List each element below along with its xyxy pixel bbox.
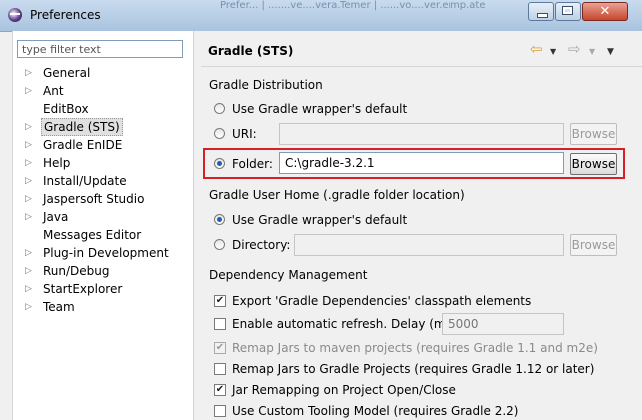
expand-arrow-icon[interactable]: ▷ <box>25 244 37 262</box>
background-tab-2: Temer | ......vo....ver.er...... <box>340 0 450 11</box>
tree-item-label: General <box>43 66 91 80</box>
expand-arrow-icon[interactable]: ▷ <box>25 136 37 154</box>
tree-item-label: Ant <box>43 84 64 98</box>
tooling-label: Use Custom Tooling Model (requires Gradl… <box>232 404 519 418</box>
refresh-label: Enable automatic refresh. Delay (ms) : <box>232 317 465 331</box>
tree-item-install-update[interactable]: ▷ Install/Update <box>25 172 191 190</box>
folder-highlight-box <box>203 148 625 179</box>
export-checkbox[interactable]: ✔ <box>214 295 226 307</box>
tree-item-jaspersoft-studio[interactable]: ▷ Jaspersoft Studio <box>25 190 191 208</box>
expand-arrow-icon[interactable]: ▷ <box>25 280 37 298</box>
header-separator <box>201 66 642 67</box>
back-dropdown-icon[interactable]: ▼ <box>550 43 556 61</box>
remap-gradle-label: Remap Jars to Gradle Projects (requires … <box>232 362 595 376</box>
expand-arrow-icon[interactable]: ▷ <box>25 172 37 190</box>
tree-item-general[interactable]: ▷ General <box>25 64 191 82</box>
uri-browse-button[interactable]: Browse <box>570 123 617 145</box>
tree-item-plug-in-development[interactable]: ▷ Plug-in Development <box>25 244 191 262</box>
window-title: Preferences <box>30 8 101 22</box>
preferences-window: Prefer... | .......ve....vera... Temer |… <box>0 0 642 420</box>
remap-maven-label: Remap Jars to maven projects (requires G… <box>232 341 598 355</box>
refresh-checkbox[interactable] <box>214 318 226 330</box>
expand-arrow-icon[interactable]: ▷ <box>25 154 37 172</box>
close-icon: ✕ <box>599 4 611 19</box>
expand-arrow-icon[interactable]: ▷ <box>25 190 37 208</box>
tooling-checkbox[interactable] <box>214 405 226 417</box>
distribution-uri-label: URI: <box>232 127 257 141</box>
page-title: Gradle (STS) <box>208 44 294 58</box>
tree-item-gradle-sts[interactable]: ▷ Gradle (STS) <box>25 118 191 136</box>
tree-item-label: Install/Update <box>43 174 127 188</box>
jar-remap-checkbox[interactable]: ✔ <box>214 384 226 396</box>
tree-item-label: Gradle EnIDE <box>43 138 123 152</box>
directory-browse-button[interactable]: Browse <box>570 234 617 256</box>
tree-item-label: Plug-in Development <box>43 246 169 260</box>
distribution-uri-radio[interactable] <box>214 128 225 139</box>
expand-arrow-icon[interactable]: ▷ <box>25 82 37 100</box>
user-home-wrapper-label: Use Gradle wrapper's default <box>232 213 408 227</box>
background-tab-3: mp.ate <box>450 0 486 11</box>
back-arrow-icon[interactable]: ⇦ <box>530 40 543 58</box>
tree-item-run-debug[interactable]: ▷ Run/Debug <box>25 262 191 280</box>
tree-item-label: EditBox <box>43 102 89 116</box>
tree-item-team[interactable]: ▷ Team <box>25 298 191 316</box>
jar-remap-label: Jar Remapping on Project Open/Close <box>232 383 456 397</box>
dependency-heading: Dependency Management <box>209 268 368 282</box>
preference-tree: ▷ General ▷ Ant EditBox ▷ Gradle (STS) ▷ Gradle … <box>25 64 191 316</box>
tree-item-label: Team <box>43 300 75 314</box>
expand-arrow-icon[interactable]: ▷ <box>25 64 37 82</box>
tree-item-label: Java <box>43 210 69 224</box>
maximize-button[interactable] <box>555 2 581 21</box>
filter-input[interactable] <box>17 40 183 58</box>
uri-field[interactable] <box>279 123 564 145</box>
expand-arrow-icon[interactable]: ▷ <box>25 208 37 226</box>
expand-arrow-icon[interactable]: ▷ <box>25 262 37 280</box>
expand-arrow-icon[interactable]: ▷ <box>25 298 37 316</box>
user-home-wrapper-radio[interactable] <box>214 214 225 225</box>
maximize-icon <box>562 6 573 15</box>
tree-item-gradle-enide[interactable]: ▷ Gradle EnIDE <box>25 136 191 154</box>
expand-arrow-icon[interactable]: ▷ <box>25 118 37 136</box>
export-label: Export 'Gradle Dependencies' classpath e… <box>232 294 532 308</box>
tree-item-ant[interactable]: ▷ Ant <box>25 82 191 100</box>
user-home-heading: Gradle User Home (.gradle folder locatio… <box>209 188 465 202</box>
close-button[interactable]: ✕ <box>582 2 628 21</box>
remap-maven-checkbox: ✔ <box>214 342 226 354</box>
tree-item-label: Gradle (STS) <box>41 118 123 136</box>
tree-item-label: Help <box>43 156 71 170</box>
refresh-delay-field[interactable]: 5000 <box>442 313 564 335</box>
minimize-icon <box>537 13 548 18</box>
tree-item-label: Jaspersoft Studio <box>43 192 145 206</box>
eclipse-icon <box>8 8 22 22</box>
tree-item-help[interactable]: ▷ Help <box>25 154 191 172</box>
remap-gradle-checkbox[interactable] <box>214 363 226 375</box>
title-bar[interactable]: Prefer... | .......ve....vera... Temer |… <box>0 0 642 32</box>
distribution-wrapper-label: Use Gradle wrapper's default <box>232 102 408 116</box>
distribution-wrapper-radio[interactable] <box>214 103 225 114</box>
directory-field[interactable] <box>294 234 564 256</box>
forward-arrow-icon[interactable]: ⇨ <box>568 40 581 58</box>
tree-item-messages-editor[interactable]: Messages Editor <box>25 226 191 244</box>
user-home-directory-radio[interactable] <box>214 239 225 250</box>
tree-item-editbox[interactable]: EditBox <box>25 100 191 118</box>
tree-item-java[interactable]: ▷ Java <box>25 208 191 226</box>
minimize-button[interactable] <box>528 2 554 21</box>
tree-item-label: StartExplorer <box>43 282 123 296</box>
forward-dropdown-icon[interactable]: ▼ <box>589 43 595 61</box>
view-menu-icon[interactable]: ▼ <box>607 43 614 61</box>
user-home-directory-label: Directory: <box>232 238 291 252</box>
tree-item-startexplorer[interactable]: ▷ StartExplorer <box>25 280 191 298</box>
tree-item-label: Run/Debug <box>43 264 110 278</box>
distribution-heading: Gradle Distribution <box>209 78 323 92</box>
background-tab-1: Prefer... | .......ve....vera... <box>220 0 340 11</box>
tree-item-label: Messages Editor <box>43 228 142 242</box>
